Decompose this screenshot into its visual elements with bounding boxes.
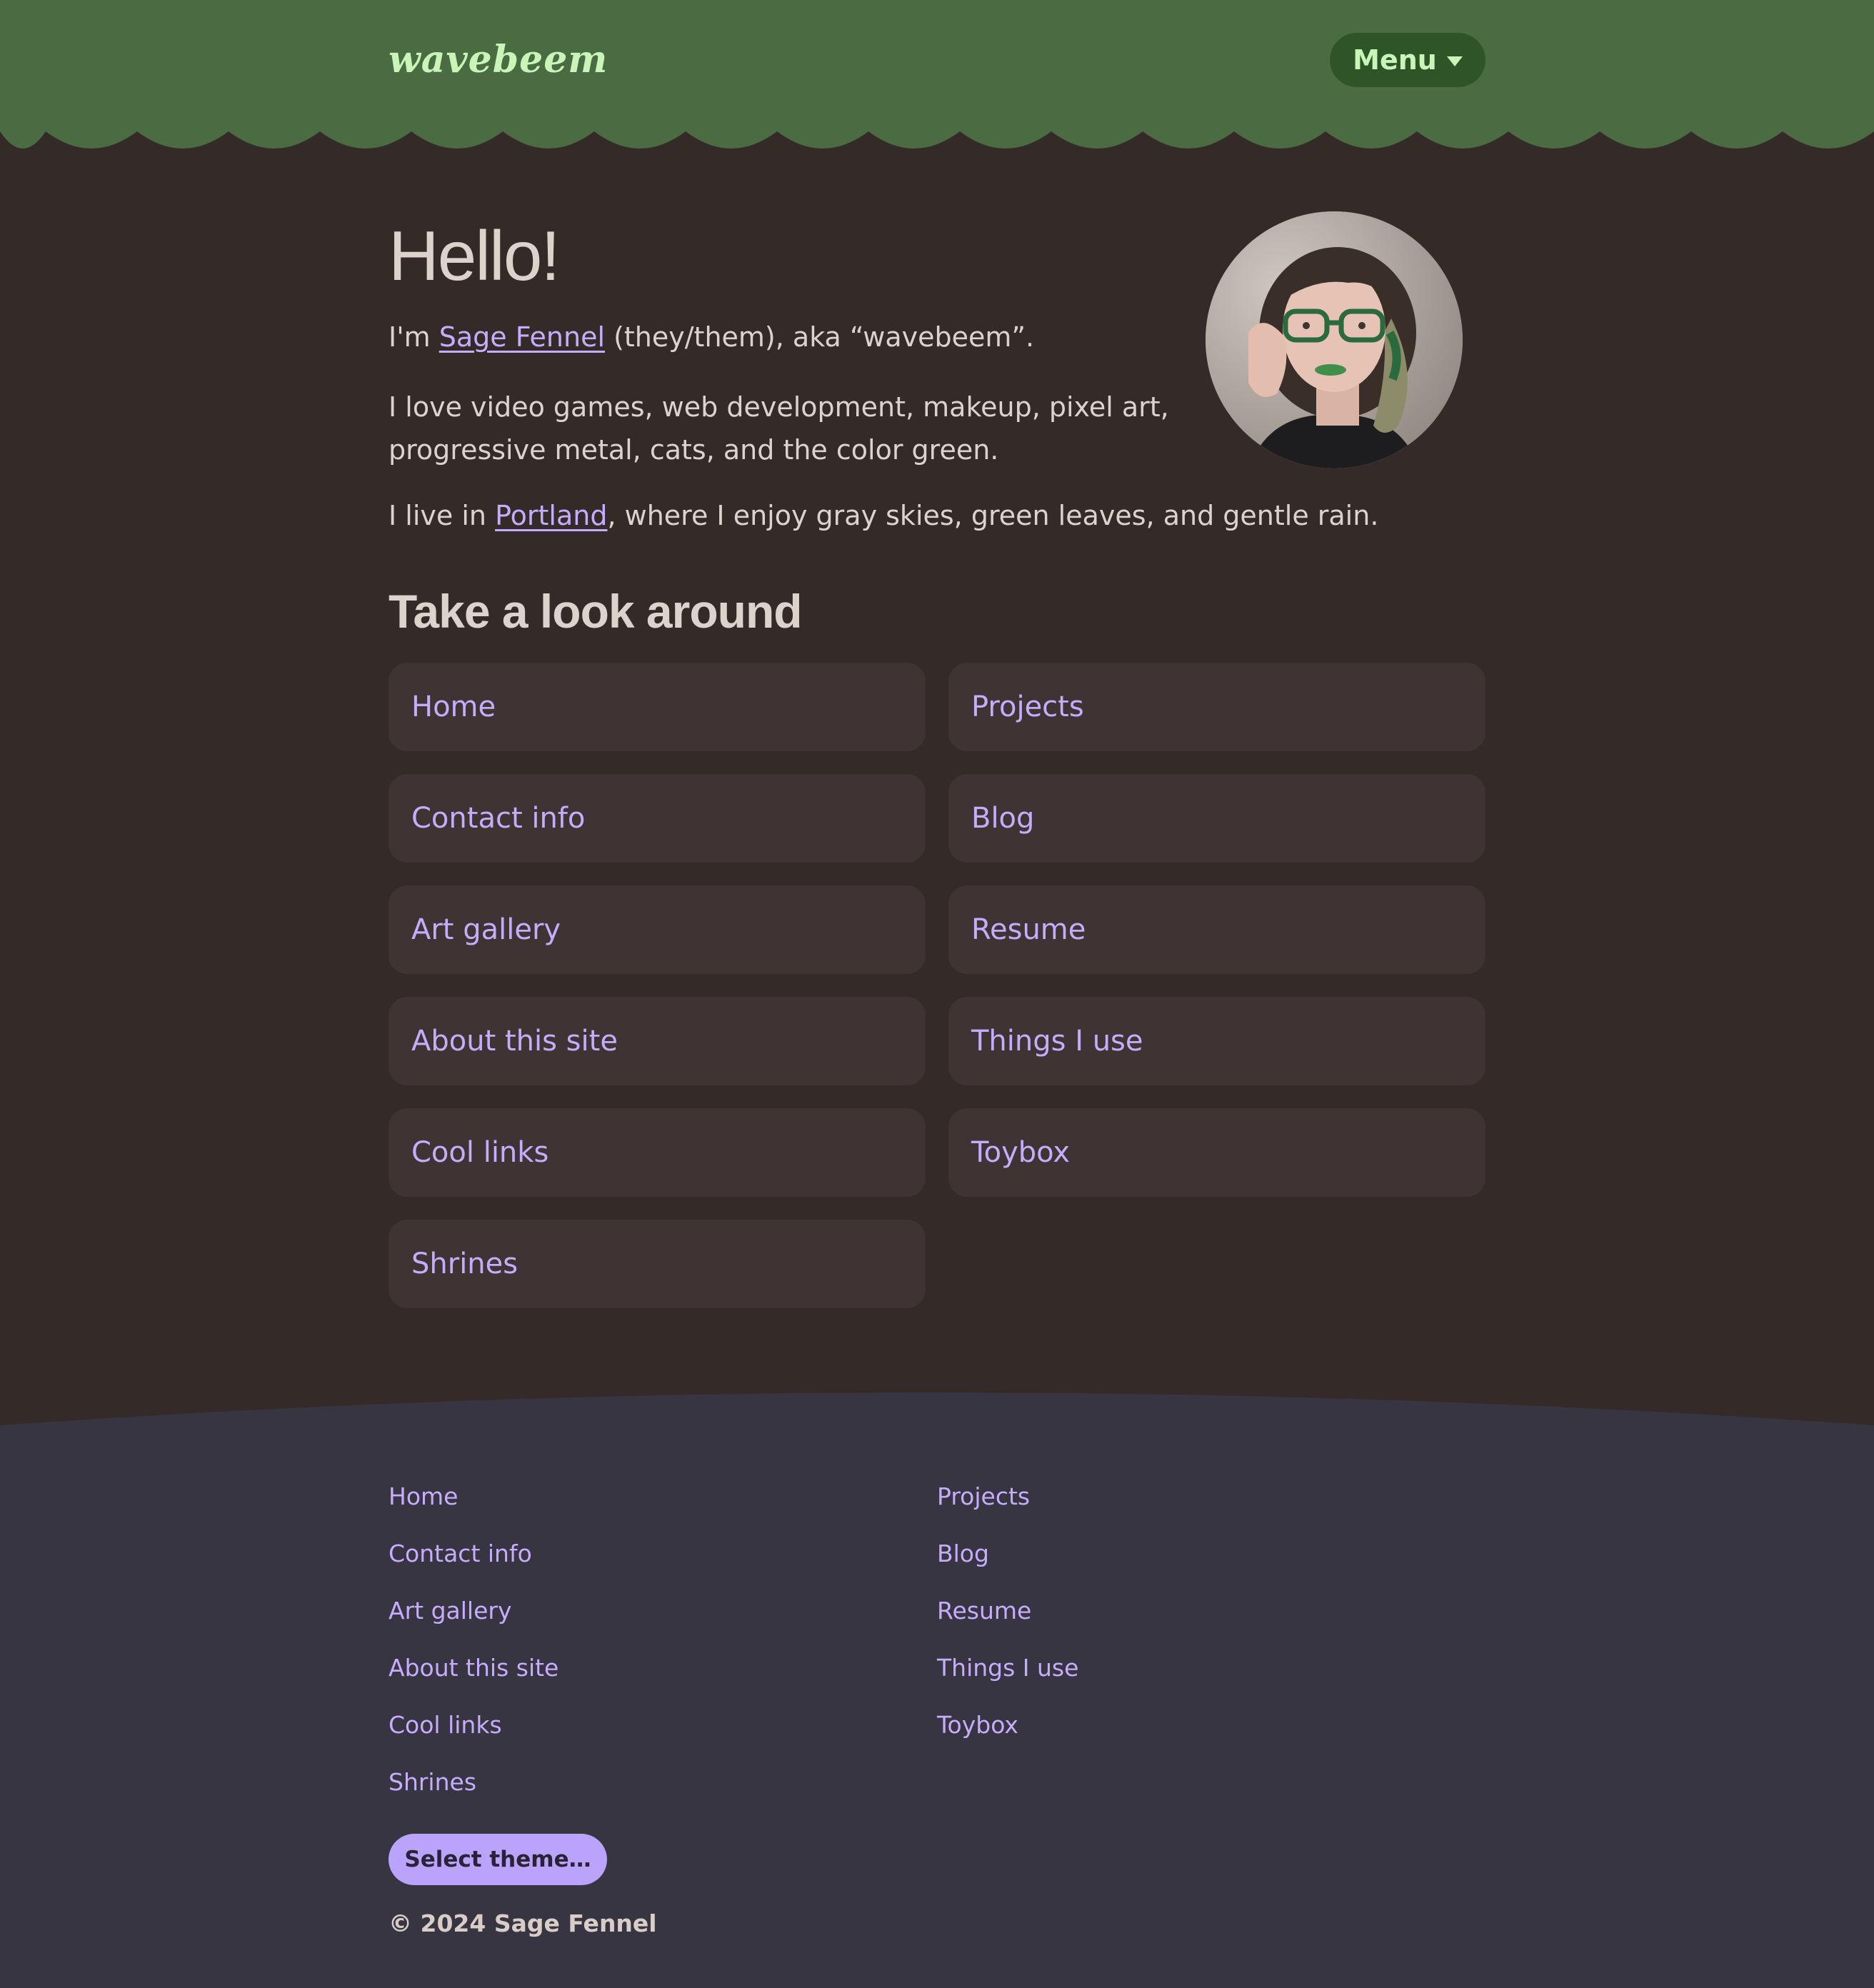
- site-header: wavebeem Menu: [0, 0, 1874, 153]
- select-theme-button[interactable]: Select theme…: [389, 1834, 607, 1885]
- footer-link-blog[interactable]: Blog: [937, 1538, 989, 1570]
- footer-link-shrines[interactable]: Shrines: [389, 1767, 476, 1798]
- copyright-text: © 2024 Sage Fennel: [389, 1909, 657, 1937]
- intro-name-prefix: I'm: [389, 321, 439, 353]
- nav-card-about-this-site[interactable]: About this site: [389, 997, 926, 1085]
- nav-card-resume[interactable]: Resume: [948, 885, 1485, 974]
- footer-link-contact-info[interactable]: Contact info: [389, 1538, 532, 1570]
- footer-link-projects[interactable]: Projects: [937, 1481, 1030, 1512]
- caret-down-icon: [1446, 56, 1463, 66]
- avatar-photo: [1206, 211, 1463, 468]
- intro-location-suffix: , where I enjoy gray skies, green leaves…: [607, 500, 1379, 531]
- nav-card-things-i-use[interactable]: Things I use: [948, 997, 1485, 1085]
- footer-link-art-gallery[interactable]: Art gallery: [389, 1595, 511, 1627]
- footer-link-cool-links[interactable]: Cool links: [389, 1710, 502, 1741]
- menu-button-label: Menu: [1353, 44, 1437, 76]
- avatar: [1206, 211, 1463, 468]
- nav-card-home[interactable]: Home: [389, 663, 926, 751]
- section-heading: Take a look around: [389, 585, 803, 638]
- intro-location-prefix: I live in: [389, 500, 496, 531]
- nav-card-toybox[interactable]: Toybox: [948, 1108, 1485, 1197]
- nav-card-contact-info[interactable]: Contact info: [389, 774, 926, 863]
- nav-card-projects[interactable]: Projects: [948, 663, 1485, 751]
- name-link[interactable]: Sage Fennel: [439, 321, 605, 353]
- menu-button[interactable]: Menu: [1330, 33, 1485, 87]
- intro-name: I'm Sage Fennel (they/them), aka “wavebe…: [389, 316, 1188, 358]
- footer-link-toybox[interactable]: Toybox: [937, 1710, 1018, 1741]
- site-logo[interactable]: wavebeem: [389, 39, 608, 81]
- intro-name-suffix: (they/them), aka “wavebeem”.: [605, 321, 1035, 353]
- intro-interests: I love video games, web development, mak…: [389, 391, 1169, 466]
- nav-card-cool-links[interactable]: Cool links: [389, 1108, 926, 1197]
- header-wave-background: [0, 0, 1874, 149]
- footer-link-home[interactable]: Home: [389, 1481, 458, 1512]
- page-title: Hello!: [389, 216, 561, 295]
- nav-card-art-gallery[interactable]: Art gallery: [389, 885, 926, 974]
- footer-link-resume[interactable]: Resume: [937, 1595, 1031, 1627]
- footer-link-about-this-site[interactable]: About this site: [389, 1652, 558, 1684]
- nav-card-shrines[interactable]: Shrines: [389, 1220, 926, 1308]
- intro-location: I live in Portland, where I enjoy gray s…: [389, 494, 1485, 537]
- portland-link[interactable]: Portland: [495, 500, 607, 531]
- nav-card-blog[interactable]: Blog: [948, 774, 1485, 863]
- footer-link-things-i-use[interactable]: Things I use: [937, 1652, 1078, 1684]
